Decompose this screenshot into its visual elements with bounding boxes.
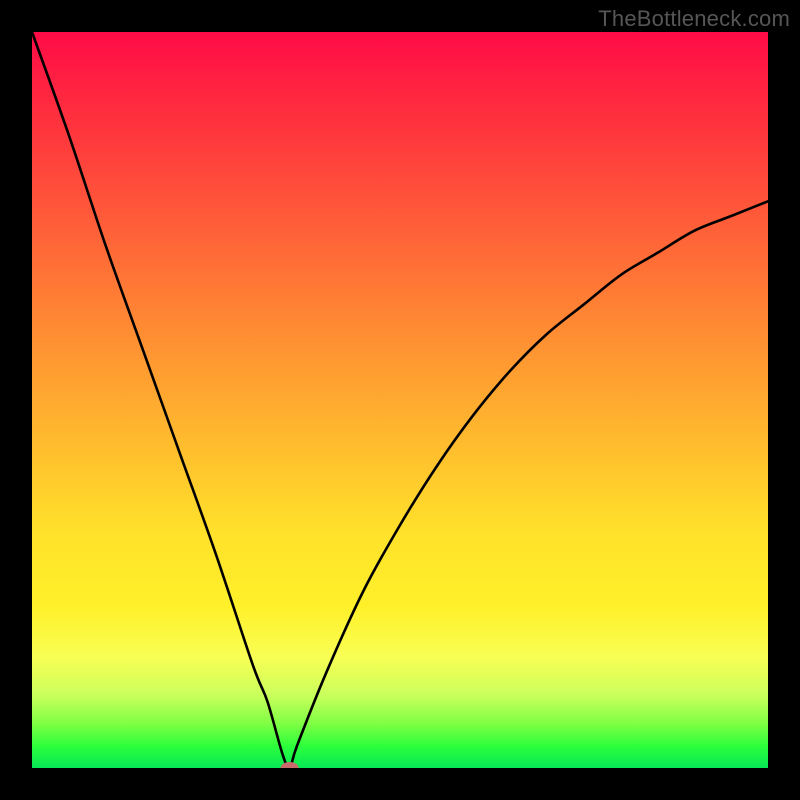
chart-container: TheBottleneck.com <box>0 0 800 800</box>
watermark-text: TheBottleneck.com <box>598 6 790 32</box>
bottleneck-curve <box>32 32 768 768</box>
plot-area <box>32 32 768 768</box>
minimum-marker <box>281 762 299 768</box>
curve-svg <box>32 32 768 768</box>
